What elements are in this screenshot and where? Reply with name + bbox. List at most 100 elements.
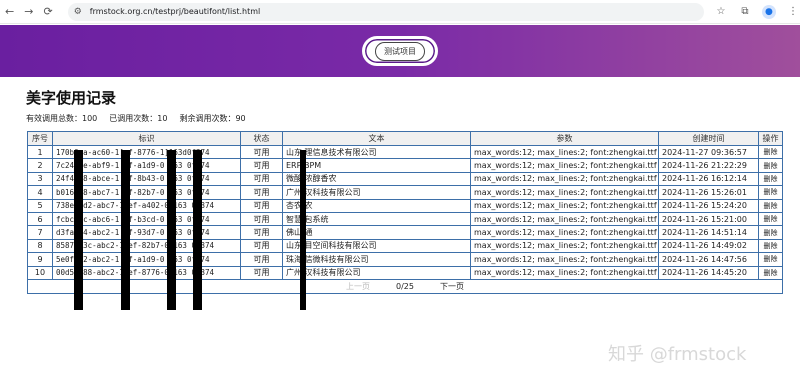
col-header-status: 状态 (240, 131, 283, 146)
delete-button[interactable]: 删除 (758, 158, 783, 173)
cell-time: 2024-11-26 14:49:02 (658, 238, 759, 254)
table-row: 8 8587 b3c-abc2-1 ef-82b7-0 163 0f374 可用 山东… (27, 238, 783, 254)
delete-button[interactable]: 删除 (758, 265, 783, 280)
cell-no: 9 (27, 252, 53, 267)
cell-params: max_words:12; max_lines:2; font:zhengkai… (470, 252, 659, 267)
cell-no: 4 (27, 185, 53, 200)
cell-time: 2024-11-26 21:22:29 (658, 158, 759, 173)
page-title: 美字使用记录 (26, 89, 117, 107)
cell-params: max_words:12; max_lines:2; font:zhengkai… (470, 198, 659, 213)
cell-text: 佛山 通 (282, 225, 471, 240)
table-row: 2 7c24 ee-abf9-1 ef-a1d9-0 163 0f374 可用 ERP… (27, 158, 783, 173)
redaction-bar (300, 150, 306, 310)
redaction-bar (74, 150, 83, 310)
cell-params: max_words:12; max_lines:2; font:zhengkai… (470, 185, 659, 200)
cell-no: 6 (27, 211, 53, 227)
cell-status: 可用 (240, 144, 283, 160)
col-header-time: 创建时间 (658, 131, 759, 146)
reload-icon[interactable]: ⟳ (39, 2, 58, 22)
back-icon[interactable]: ← (0, 2, 19, 22)
cell-status: 可用 (240, 211, 283, 227)
delete-button[interactable]: 删除 (758, 252, 783, 267)
cell-params: max_words:12; max_lines:2; font:zhengkai… (470, 211, 659, 227)
watermark-text: 知乎 @frmstock (608, 344, 747, 365)
delete-button[interactable]: 删除 (758, 225, 783, 240)
cell-params: max_words:12; max_lines:2; font:zhengkai… (470, 238, 659, 254)
cell-params: max_words:12; max_lines:2; font:zhengkai… (470, 144, 659, 160)
stat-total: 有效调用总数：100 (26, 114, 98, 123)
table-row: 4 b016 e8-abc7-1 ef-82b7-0 163 0f374 可用 广州 … (27, 185, 783, 200)
cell-params: max_words:12; max_lines:2; font:zhengkai… (470, 225, 659, 240)
delete-button[interactable]: 删除 (758, 171, 783, 187)
cell-text: 山东 理信息技术有限公司 (282, 144, 471, 160)
extensions-icon[interactable]: ⧉ (738, 5, 752, 19)
cell-text: 杏农 农 (282, 198, 471, 213)
cell-text: 微酸 浓醇香农 (282, 171, 471, 187)
cell-time: 2024-11-26 14:45:20 (658, 265, 759, 280)
cell-params: max_words:12; max_lines:2; font:zhengkai… (470, 158, 659, 173)
test-project-button[interactable]: 测试项目 (362, 36, 438, 66)
cell-no: 10 (27, 265, 53, 280)
col-header-no: 序号 (27, 131, 53, 146)
cell-status: 可用 (240, 185, 283, 200)
cell-text: 智慧 包系统 (282, 211, 471, 227)
cell-no: 7 (27, 225, 53, 240)
cell-status: 可用 (240, 158, 283, 173)
cell-no: 1 (27, 144, 53, 160)
cell-text: ERP BPM (282, 158, 471, 173)
delete-button[interactable]: 删除 (758, 198, 783, 213)
cell-time: 2024-11-26 15:21:00 (658, 211, 759, 227)
table-row: 1 170b6ea-ac60-1[ef-8776-1]163d0f374 可用 山东 … (27, 144, 783, 160)
usage-table: 序号 标识 状态 文本 参数 创建时间 操作 1 170b6ea-ac60-1[e… (27, 131, 783, 294)
cell-text: 广州 汉科技有限公司 (282, 185, 471, 200)
forward-icon[interactable]: → (19, 2, 38, 22)
table-header-row: 序号 标识 状态 文本 参数 创建时间 操作 (27, 131, 783, 146)
cell-no: 5 (27, 198, 53, 213)
test-project-label: 测试项目 (375, 41, 425, 61)
prev-page-link[interactable]: 上一页 (346, 281, 370, 292)
cell-status: 可用 (240, 265, 283, 280)
table-row: 6 fcbc dc-abc6-1 ef-b3cd-0 163 0f374 可用 智慧 … (27, 211, 783, 227)
page-indicator: 0/25 (396, 281, 414, 291)
redaction-bar (193, 150, 202, 310)
col-header-params: 参数 (470, 131, 659, 146)
cell-status: 可用 (240, 252, 283, 267)
browser-toolbar: ← → ⟳ ⚙ frmstock.org.cn/testprj/beautifo… (0, 0, 800, 24)
address-bar[interactable]: ⚙ frmstock.org.cn/testprj/beautifont/lis… (67, 2, 704, 21)
delete-button[interactable]: 删除 (758, 238, 783, 254)
redaction-bar (121, 150, 130, 310)
delete-button[interactable]: 删除 (758, 211, 783, 227)
cell-time: 2024-11-26 16:12:14 (658, 171, 759, 187)
table-row: 3 24f4 e8-abce-1 ef-8b43-0 163 0f374 可用 微酸 … (27, 171, 783, 187)
cell-time: 2024-11-26 15:26:01 (658, 185, 759, 200)
table-row: 10 00d5 a88-abc2-1 ef-8776-0 163 0f374 可用广… (27, 265, 783, 280)
profile-avatar-icon[interactable]: ● (761, 4, 776, 19)
cell-status: 可用 (240, 238, 283, 254)
cell-time: 2024-11-26 14:47:56 (658, 252, 759, 267)
cell-time: 2024-11-27 09:36:57 (658, 144, 759, 160)
cell-text: 山东 目空间科技有限公司 (282, 238, 471, 254)
stat-remaining: 剩余调用次数：90 (179, 114, 246, 123)
table-row: 5 738e 9d2-abc7-1 ef-a402-0 163 0f374 可用 杏农… (27, 198, 783, 213)
site-info-icon[interactable]: ⚙ (74, 7, 86, 17)
delete-button[interactable]: 删除 (758, 185, 783, 200)
delete-button[interactable]: 删除 (758, 144, 783, 160)
cell-no: 3 (27, 171, 53, 187)
cell-status: 可用 (240, 198, 283, 213)
next-page-link[interactable]: 下一页 (440, 281, 464, 292)
redaction-bar (167, 150, 176, 310)
cell-status: 可用 (240, 225, 283, 240)
cell-status: 可用 (240, 171, 283, 187)
cell-params: max_words:12; max_lines:2; font:zhengkai… (470, 265, 659, 280)
pager-row: 上一页 0/25 下一页 (27, 278, 783, 294)
usage-stats: 有效调用总数：100 已调用次数：10 剩余调用次数：90 (26, 113, 246, 124)
menu-icon[interactable]: ⋮ (786, 5, 800, 19)
cell-text: 珠海 信微科技有限公司 (282, 252, 471, 267)
table-row: 7 d3fa 74-abc2-1 ef-93d7-0 163 0f374 可用 佛山 … (27, 225, 783, 240)
stat-used: 已调用次数：10 (109, 114, 168, 123)
cell-text: 广州 汉科技有限公司 (282, 265, 471, 280)
col-header-id: 标识 (52, 131, 241, 146)
bookmark-star-icon[interactable]: ☆ (714, 5, 728, 19)
col-header-action: 操作 (758, 131, 783, 146)
pager: 上一页 0/25 下一页 (31, 280, 779, 292)
